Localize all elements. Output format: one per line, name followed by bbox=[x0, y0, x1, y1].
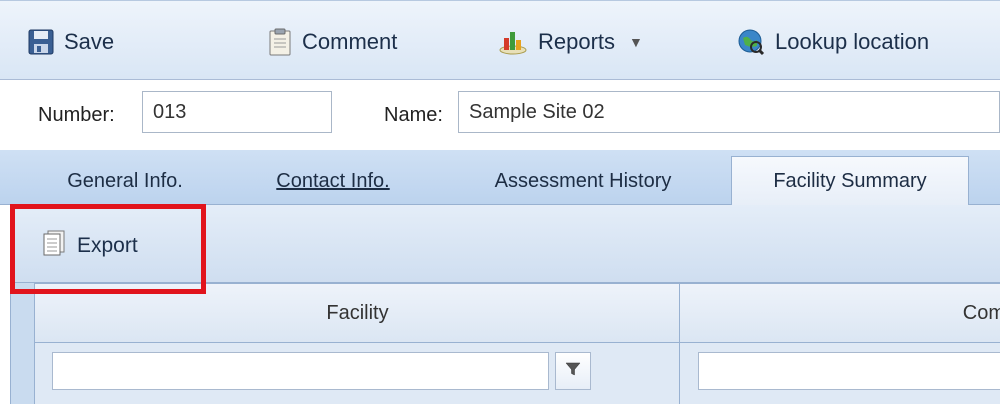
number-field[interactable] bbox=[142, 91, 332, 133]
tab-label: Assessment History bbox=[494, 170, 672, 192]
column-header-facility[interactable]: Facility bbox=[35, 284, 680, 342]
save-icon bbox=[28, 29, 54, 55]
clipboard-icon bbox=[268, 28, 292, 56]
column-divider bbox=[679, 283, 680, 404]
comment-label: Comment bbox=[302, 29, 398, 54]
site-fields: Number: Name: bbox=[0, 80, 1000, 150]
tab-label: General Info. bbox=[67, 170, 183, 192]
funnel-icon bbox=[565, 361, 581, 382]
tab-assessment-history[interactable]: Assessment History bbox=[458, 158, 708, 205]
save-label: Save bbox=[64, 29, 115, 54]
tab-label: Contact Info. bbox=[276, 170, 390, 192]
column-header-second[interactable]: Com bbox=[681, 284, 1000, 342]
reports-label: Reports bbox=[538, 29, 616, 54]
facility-filter-input[interactable] bbox=[52, 352, 549, 390]
reports-chart-icon bbox=[498, 28, 528, 56]
second-column-filter-input[interactable] bbox=[698, 352, 1000, 390]
export-label: Export bbox=[77, 234, 138, 257]
export-document-icon bbox=[43, 230, 65, 262]
filter-button[interactable] bbox=[555, 352, 591, 390]
lookup-location-button[interactable]: Lookup location bbox=[737, 25, 929, 59]
chevron-down-icon: ▼ bbox=[629, 34, 643, 50]
name-field[interactable] bbox=[458, 91, 1000, 133]
main-toolbar: Save Comment Reports ▼ Lookup location bbox=[0, 0, 1000, 80]
reports-dropdown-button[interactable]: Reports ▼ bbox=[498, 25, 643, 59]
save-button[interactable]: Save bbox=[28, 25, 114, 59]
column-header-label: Com bbox=[962, 301, 1000, 324]
globe-search-icon bbox=[737, 28, 765, 56]
export-button[interactable]: Export bbox=[43, 229, 138, 263]
tab-facility-summary[interactable]: Facility Summary bbox=[731, 156, 969, 206]
tab-general-info[interactable]: General Info. bbox=[38, 158, 212, 205]
facility-summary-panel: Export Facility Com bbox=[10, 205, 1000, 404]
tab-strip: General Info. Contact Info. Assessment H… bbox=[0, 150, 1000, 206]
panel-toolbar: Export bbox=[11, 205, 1000, 283]
tab-contact-info[interactable]: Contact Info. bbox=[246, 158, 420, 205]
tab-label: Facility Summary bbox=[773, 170, 927, 192]
name-label: Name: bbox=[384, 104, 443, 126]
comment-button[interactable]: Comment bbox=[268, 25, 397, 59]
lookup-location-label: Lookup location bbox=[775, 29, 930, 54]
number-label: Number: bbox=[38, 104, 115, 126]
grid-header: Facility Com bbox=[34, 283, 1000, 343]
grid-filter-row bbox=[34, 343, 1000, 404]
column-header-label: Facility bbox=[326, 301, 389, 324]
